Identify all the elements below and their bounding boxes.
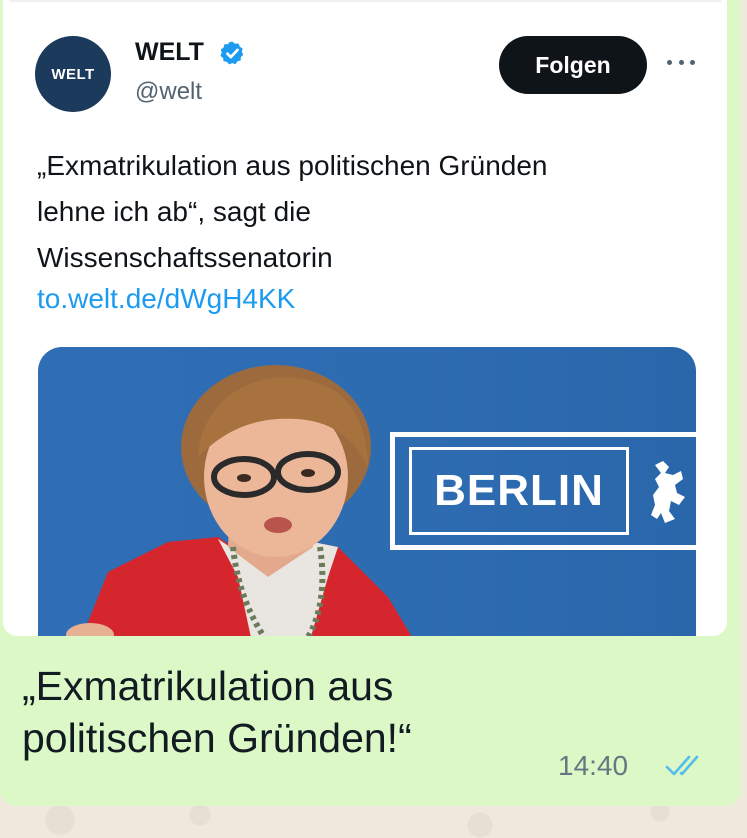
welt-avatar[interactable]: WELT	[35, 36, 111, 112]
double-check-read-icon	[665, 755, 699, 776]
avatar-logo-text: WELT	[51, 65, 95, 83]
message-timestamp: 14:40	[558, 750, 629, 781]
display-name[interactable]: WELT	[135, 38, 204, 67]
follow-button[interactable]: Folgen	[499, 36, 647, 94]
tweet-link[interactable]: to.welt.de/dWgH4KK	[37, 283, 295, 315]
tweet-media-image[interactable]: BERLIN	[38, 347, 696, 636]
tweet-text-line: Wissenschaftssenatorin	[37, 242, 333, 273]
person-photo	[66, 365, 412, 636]
message-text-line: politischen Gründen!“	[22, 715, 412, 761]
tweet-text-line: „Exmatrikulation aus politischen Gründen	[37, 150, 548, 181]
handle[interactable]: @welt	[135, 78, 202, 106]
berlin-bear-icon	[651, 461, 685, 523]
message-text-line: „Exmatrikulation aus	[22, 663, 394, 709]
message-bubble[interactable]: WELT WELT @welt Folgen „Exmatrikulation …	[0, 0, 741, 806]
tweet-card[interactable]: WELT WELT @welt Folgen „Exmatrikulation …	[3, 0, 727, 636]
message-text: „Exmatrikulation aus politischen Gründen…	[22, 660, 582, 764]
tweet-text-line: lehne ich ab“, sagt die	[37, 196, 311, 227]
tweet-text: „Exmatrikulation aus politischen Gründen…	[37, 143, 697, 281]
more-options-icon[interactable]	[667, 52, 695, 72]
verified-badge-icon	[220, 41, 244, 65]
